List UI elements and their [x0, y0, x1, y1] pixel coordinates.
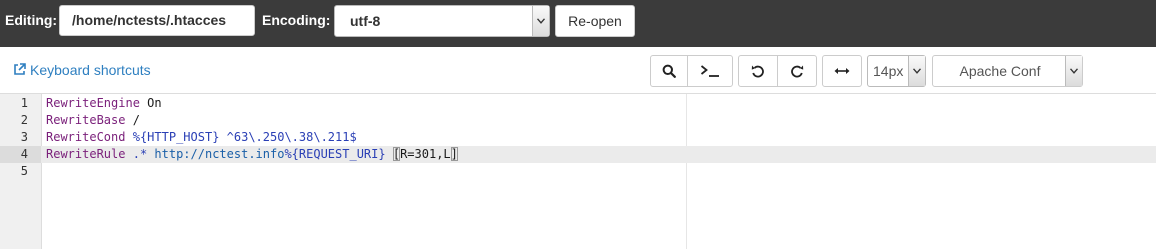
code-token: RewriteRule: [46, 147, 126, 161]
keyboard-shortcuts-link[interactable]: Keyboard shortcuts: [13, 62, 151, 78]
chevron-down-icon: [532, 6, 549, 36]
code-token: .*: [132, 147, 148, 161]
code-line[interactable]: 3 RewriteCond %{HTTP_HOST} ^63\.250\.38\.…: [0, 129, 1156, 146]
encoding-select[interactable]: utf-8: [334, 5, 550, 37]
line-number: 2: [20, 113, 28, 127]
line-code: RewriteBase /: [46, 112, 140, 129]
font-size-value: 14px: [873, 63, 904, 79]
line-code: RewriteCond %{HTTP_HOST} ^63\.250\.38\.2…: [46, 129, 357, 146]
code-line[interactable]: 5: [0, 163, 1156, 180]
line-number: 5: [20, 164, 28, 178]
syntax-mode-select[interactable]: Apache Conf: [932, 55, 1083, 87]
terminal-button[interactable]: [687, 55, 733, 87]
code-token: /: [125, 113, 140, 127]
undo-button[interactable]: [738, 55, 778, 87]
chevron-down-icon: [908, 56, 925, 86]
code-token: %{HTTP_HOST}: [132, 130, 220, 144]
code-token: RewriteBase: [46, 113, 126, 127]
line-code: RewriteEngine On: [46, 95, 162, 112]
external-link-icon: [14, 63, 26, 75]
chevron-down-icon: [1065, 56, 1082, 86]
editor-header-bar: Editing: /home/nctests/.htacces Encoding…: [0, 0, 1156, 47]
code-token: http://nctest.info: [154, 147, 285, 161]
code-line[interactable]: 4 RewriteRule .* http://nctest.info%{REQU…: [0, 146, 1156, 163]
code-token: %{REQUEST_URI}: [284, 147, 386, 161]
code-token: R=301,L: [400, 147, 451, 161]
undo-icon: [751, 65, 764, 78]
code-editor[interactable]: 1 RewriteEngine On 2 RewriteBase / 3 RewriteC…: [0, 93, 1156, 249]
code-token: On: [139, 96, 162, 110]
search-icon: [662, 64, 676, 78]
editing-label: Editing:: [5, 12, 58, 28]
line-number: 4: [0, 146, 41, 163]
code-token: RewriteEngine: [46, 96, 140, 110]
font-size-select[interactable]: 14px: [867, 55, 926, 87]
code-token: ^63\.250\.38\.211$: [226, 130, 357, 144]
syntax-mode-value: Apache Conf: [959, 63, 1041, 79]
search-button[interactable]: [650, 55, 688, 87]
code-lines: 1 RewriteEngine On 2 RewriteBase / 3 RewriteC…: [0, 95, 1156, 180]
code-token: RewriteCond: [46, 130, 126, 144]
line-number: 3: [20, 130, 28, 144]
encoding-value: utf-8: [350, 13, 381, 29]
line-number: 1: [20, 96, 28, 110]
code-token: [: [392, 147, 401, 161]
word-wrap-button[interactable]: [822, 55, 862, 87]
wrap-icon: [834, 68, 850, 74]
line-code: RewriteRule .* http://nctest.info%{REQUE…: [46, 146, 458, 163]
reopen-button[interactable]: Re-open: [555, 5, 635, 37]
terminal-icon: [700, 65, 719, 77]
code-token: ]: [450, 147, 458, 161]
file-path-field[interactable]: /home/nctests/.htacces: [59, 5, 255, 36]
redo-icon: [791, 65, 804, 78]
code-line[interactable]: 1 RewriteEngine On: [0, 95, 1156, 112]
redo-button[interactable]: [777, 55, 817, 87]
encoding-label: Encoding:: [262, 12, 331, 28]
keyboard-shortcuts-label: Keyboard shortcuts: [30, 62, 151, 78]
code-line[interactable]: 2 RewriteBase /: [0, 112, 1156, 129]
